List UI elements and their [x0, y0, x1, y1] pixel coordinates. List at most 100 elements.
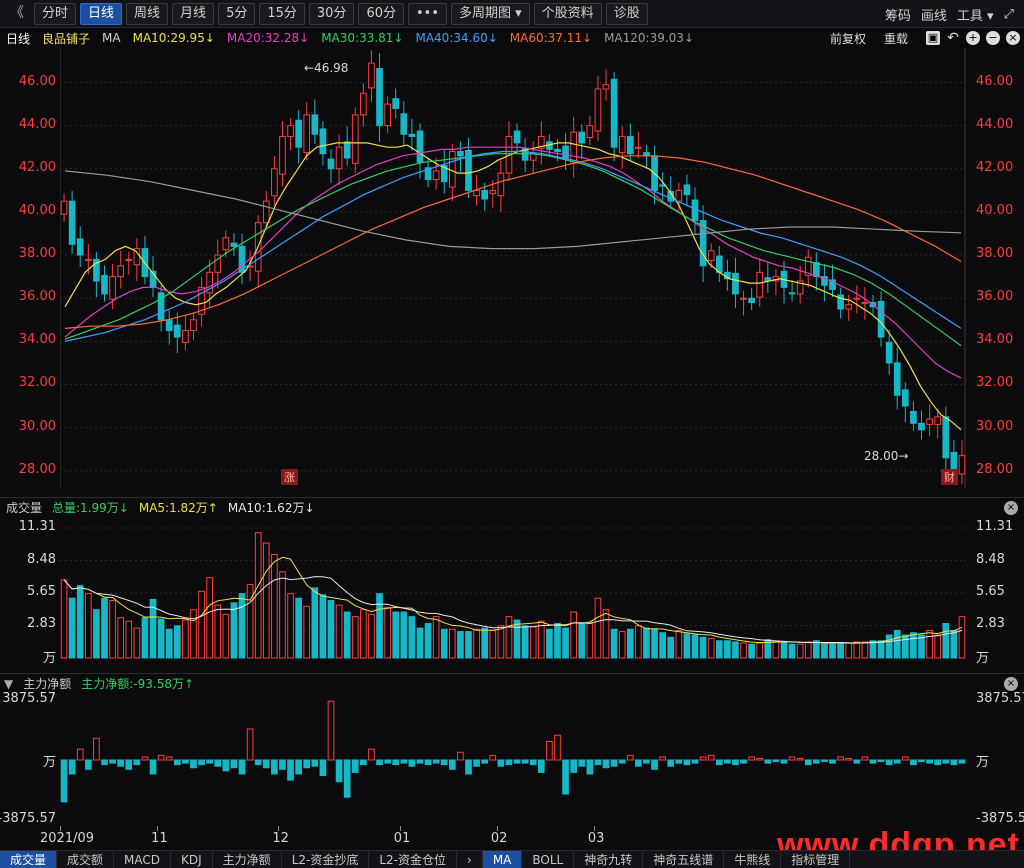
candle-body — [934, 416, 942, 425]
flow-bar — [497, 759, 505, 767]
flow-bar — [764, 759, 772, 764]
candle-body — [335, 146, 343, 170]
volume-bar — [448, 628, 456, 659]
period-button-7[interactable]: 60分 — [358, 2, 404, 25]
volume-bar — [780, 641, 788, 659]
indicator-tab-5[interactable]: L2-资金抄底 — [282, 851, 370, 868]
flow-tick-mid-right: 万 — [976, 755, 990, 770]
indicator-tab-7[interactable]: › — [457, 851, 483, 868]
candle-body — [586, 125, 594, 139]
reload-button[interactable]: 重载 — [884, 30, 908, 47]
candle-body — [262, 200, 270, 224]
flow-bar — [667, 759, 675, 767]
zoom-in-icon[interactable]: + — [966, 31, 980, 45]
indicator-tab-8[interactable]: MA — [482, 851, 523, 868]
indicator-tab-11[interactable]: 神奇五线谱 — [643, 851, 725, 868]
close-flow-icon[interactable]: × — [1004, 677, 1018, 691]
volume-chart[interactable] — [60, 518, 966, 668]
volume-title[interactable]: 成交量 — [6, 499, 42, 516]
indicator-tab-1[interactable]: 成交额 — [57, 851, 115, 868]
flow-value: 主力净额:-93.58万↑ — [81, 677, 195, 691]
period-button-5[interactable]: 15分 — [259, 2, 305, 25]
close-icon[interactable]: × — [1006, 31, 1020, 45]
flow-bar — [651, 759, 658, 770]
indicator-infobar: 日线 良品铺子 MA MA10:29.95↓ MA20:32.28↓ MA30:… — [0, 28, 1024, 48]
flow-bar — [125, 759, 133, 770]
indicator-tab-0[interactable]: 成交量 — [0, 851, 58, 868]
volume-bar — [222, 613, 230, 659]
volume-bar — [707, 637, 715, 659]
tools-button[interactable]: 工具 ▾ — [957, 5, 994, 24]
candle-body — [448, 151, 456, 188]
candle-body — [635, 146, 642, 149]
flow-bar — [521, 759, 529, 764]
indicator-tab-12[interactable]: 牛熊线 — [724, 851, 782, 868]
indicator-tab-10[interactable]: 神奇九转 — [574, 851, 644, 868]
candle-body — [594, 88, 602, 132]
flow-bar — [400, 759, 408, 764]
volume-bar — [157, 618, 165, 659]
flow-tick-bottom-left: -3875.57 — [0, 811, 56, 826]
period-button-3[interactable]: 月线 — [172, 2, 215, 25]
flow-title[interactable]: 主力净额 — [23, 675, 71, 692]
undo-icon[interactable]: ↶ — [946, 31, 960, 45]
indicator-tab-4[interactable]: 主力净额 — [213, 851, 282, 868]
collapse-icon[interactable]: ▼ — [4, 677, 13, 691]
volume-bar — [60, 579, 68, 659]
price-chart[interactable] — [60, 48, 966, 488]
flow-bar — [869, 759, 877, 764]
candle-body — [173, 324, 181, 338]
price-tick-left: 30.00 — [18, 418, 56, 434]
indicator-tab-6[interactable]: L2-资金仓位 — [369, 851, 457, 868]
candle-body — [877, 300, 885, 338]
flow-bar — [279, 759, 286, 770]
ma-label[interactable]: MA — [102, 31, 121, 45]
forward-adjust-button[interactable]: 前复权 — [830, 30, 866, 47]
close-volume-icon[interactable]: × — [1004, 501, 1018, 515]
period-button-8[interactable]: ••• — [407, 2, 447, 25]
candle-body — [513, 130, 521, 144]
flow-chart[interactable] — [60, 694, 966, 828]
period-button-11[interactable]: 诊股 — [605, 2, 648, 25]
period-button-6[interactable]: 30分 — [308, 2, 355, 25]
volume-bar — [546, 628, 553, 659]
price-tick-right: 30.00 — [976, 418, 1014, 434]
stock-name[interactable]: 良品铺子 — [42, 30, 90, 47]
candle-body — [376, 67, 383, 127]
period-button-2[interactable]: 周线 — [126, 2, 169, 25]
volume-ma5: MA5:1.82万↑ — [138, 501, 218, 515]
period-button-4[interactable]: 5分 — [218, 2, 256, 25]
candle-body — [416, 130, 424, 163]
lock-icon[interactable]: ▣ — [926, 31, 940, 45]
date-tick: 02 — [490, 831, 508, 846]
volume-bar — [796, 643, 804, 659]
indicator-tab-2[interactable]: MACD — [114, 851, 172, 868]
indicator-tab-13[interactable]: 指标管理 — [781, 851, 851, 868]
limit-up-badge[interactable]: 涨 — [281, 469, 298, 485]
indicator-tab-3[interactable]: KDJ — [171, 851, 213, 868]
period-button-1[interactable]: 日线 — [80, 2, 123, 25]
flow-header: ▼ 主力净额 主力净额:-93.58万↑ × — [0, 673, 1024, 693]
expand-icon[interactable]: ⤢ — [1004, 7, 1014, 22]
volume-bar — [659, 632, 666, 659]
flow-bar — [60, 759, 68, 803]
candle-body — [707, 250, 715, 261]
period-button-0[interactable]: 分时 — [34, 2, 77, 25]
period-button-9[interactable]: 多周期图 ▾ — [451, 2, 530, 25]
period-button-10[interactable]: 个股资料 — [533, 2, 602, 25]
candle-body — [230, 242, 238, 247]
earnings-badge[interactable]: 财 — [941, 469, 958, 485]
candle-body — [408, 133, 416, 137]
back-button[interactable]: 《 — [4, 3, 30, 25]
candle-body — [360, 92, 367, 116]
volume-bar — [400, 611, 408, 659]
volume-bar — [804, 641, 812, 659]
indicator-tab-9[interactable]: BOLL — [522, 851, 575, 868]
candle-body — [351, 114, 359, 164]
volume-bar — [699, 636, 707, 659]
draw-button[interactable]: 画线 — [921, 5, 947, 24]
zoom-out-icon[interactable]: − — [986, 31, 1000, 45]
volume-bar — [230, 602, 238, 659]
chips-button[interactable]: 筹码 — [885, 5, 911, 24]
volume-bar — [675, 629, 683, 659]
